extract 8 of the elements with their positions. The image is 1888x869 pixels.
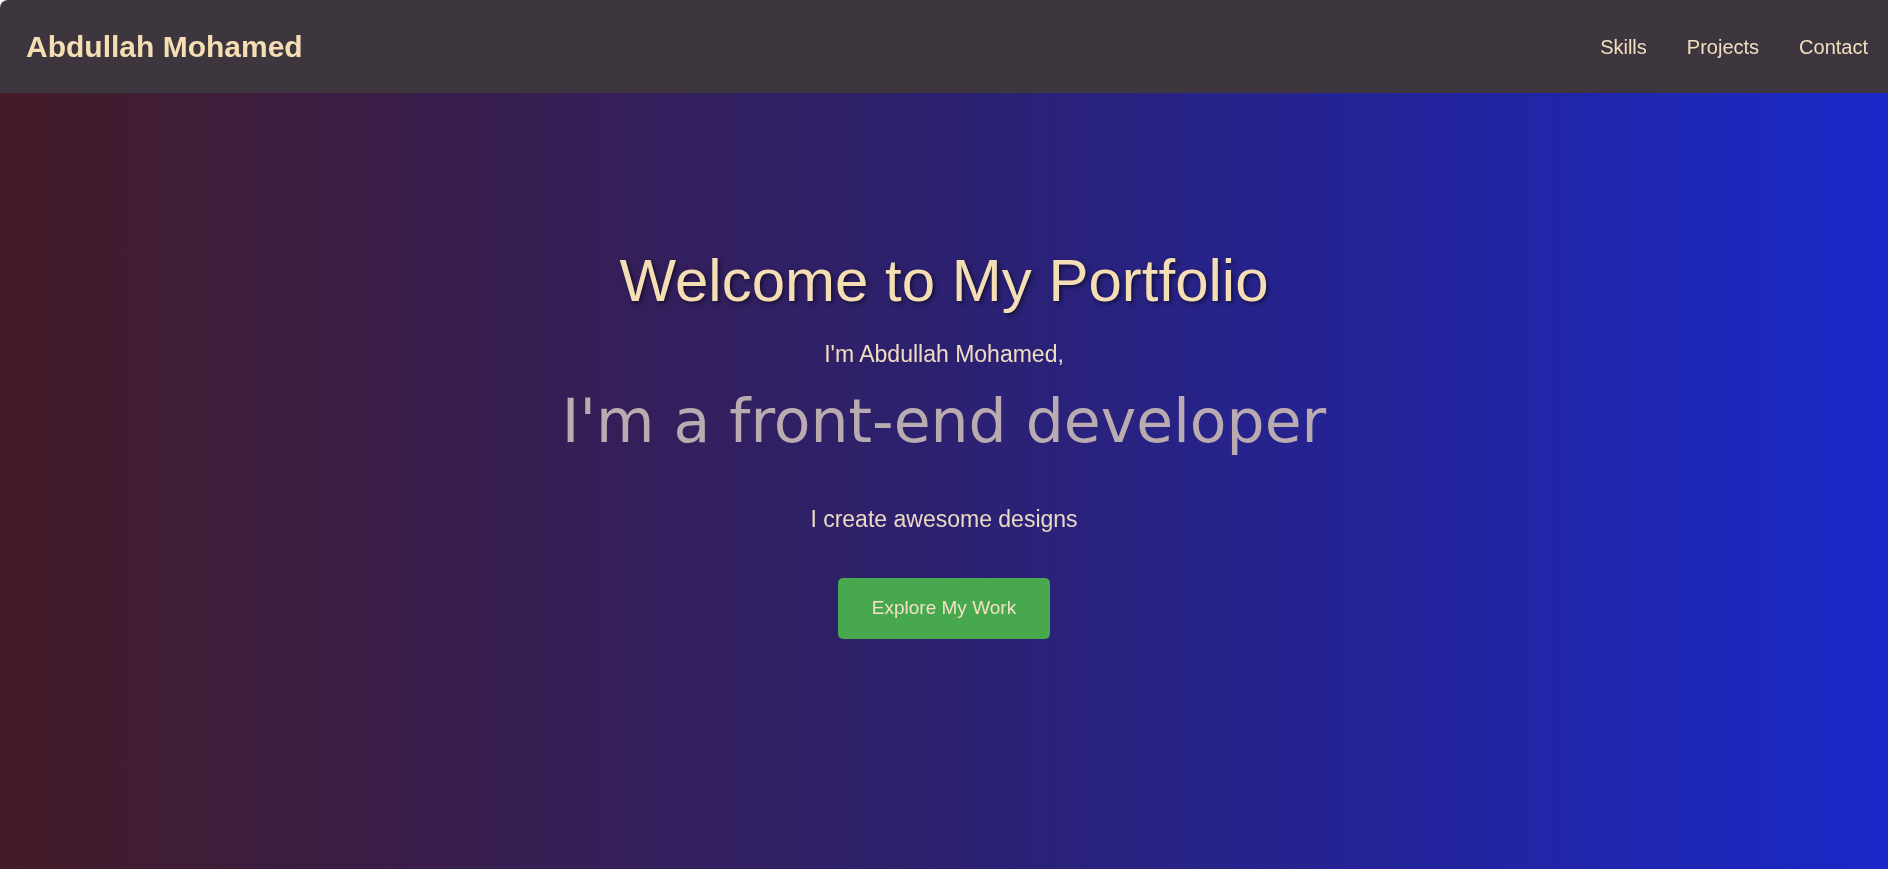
tagline-text: I create awesome designs [810, 505, 1078, 533]
intro-text: I'm Abdullah Mohamed, [824, 340, 1064, 368]
brand-name: Abdullah Mohamed [26, 29, 303, 65]
role-heading: I'm a front-end developer [561, 386, 1327, 456]
hero-title: Welcome to My Portfolio [619, 248, 1269, 314]
nav-link[interactable]: Projects [1686, 31, 1760, 62]
nav-link[interactable]: Skills [1600, 31, 1647, 62]
nav-link[interactable]: Contact [1799, 31, 1868, 62]
